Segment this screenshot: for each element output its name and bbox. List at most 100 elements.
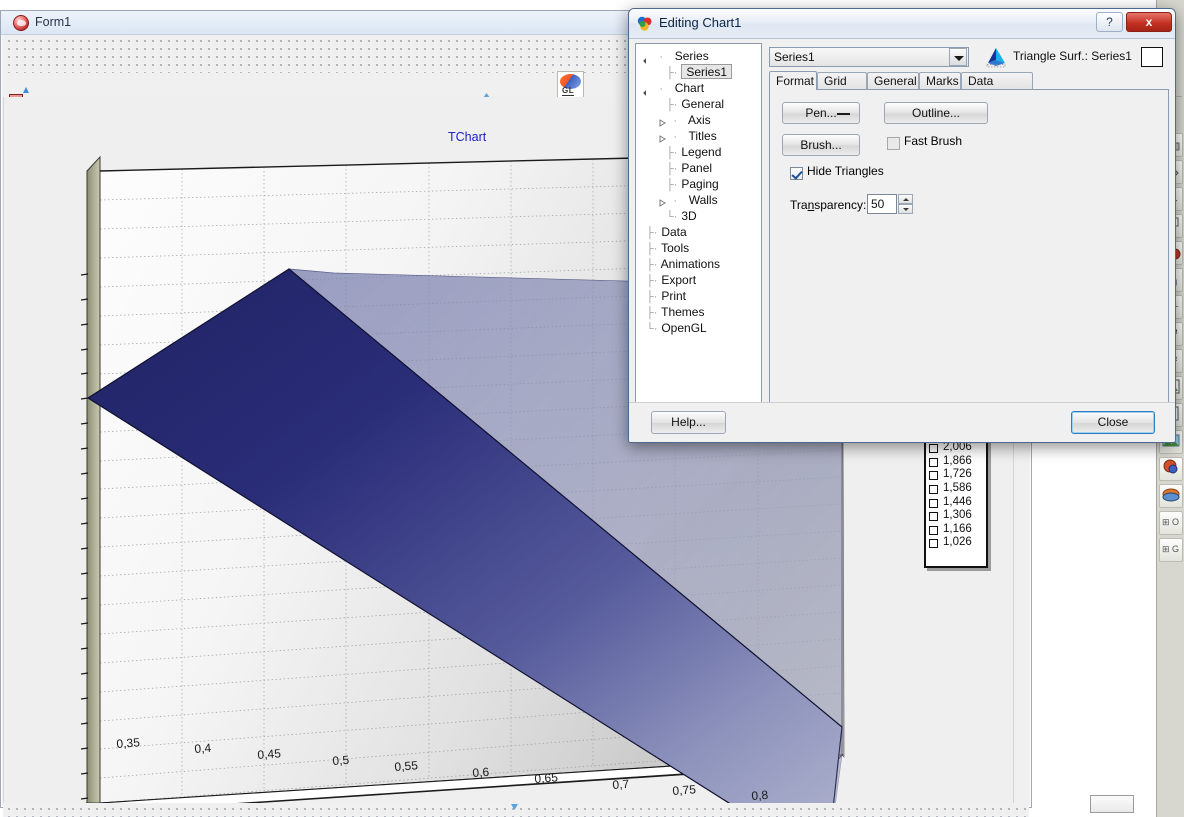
tree-item-general[interactable]: ├· General — [640, 96, 761, 112]
dialog-navigation-tree[interactable]: · Series ├· Series1 · Chart ├· General ·… — [635, 43, 762, 403]
fast-brush-checkbox[interactable] — [887, 137, 900, 150]
tab-marks[interactable]: Marks — [919, 72, 961, 90]
tree-connector: ├· — [666, 179, 678, 191]
tab-general[interactable]: General — [867, 72, 919, 90]
series-color-swatch[interactable] — [1141, 47, 1163, 67]
legend-color-box[interactable] — [929, 512, 938, 522]
tree-item-axis[interactable]: · Axis — [640, 112, 761, 128]
tree-item-export[interactable]: ├· Export — [640, 272, 761, 288]
hide-triangles-checkbox[interactable] — [790, 167, 803, 180]
expander-right-icon[interactable] — [658, 115, 667, 128]
tab-format[interactable]: Format — [769, 71, 817, 90]
legend-color-box[interactable] — [929, 498, 938, 508]
tree-item-walls[interactable]: · Walls — [640, 192, 761, 208]
legend-item[interactable]: 1,166 — [926, 523, 986, 538]
close-button[interactable]: Close — [1071, 411, 1155, 434]
dialog-help-icon-button[interactable]: ? — [1096, 12, 1123, 32]
tree-item-print[interactable]: ├· Print — [640, 288, 761, 304]
tree-item-themes[interactable]: ├· Themes — [640, 304, 761, 320]
tree-item-tools[interactable]: ├· Tools — [640, 240, 761, 256]
tree-connector: └· — [666, 211, 678, 223]
series-type-caption: Triangle Surf.: Series1 — [1013, 49, 1132, 63]
teeopengl-icon[interactable]: GL — [557, 71, 584, 98]
tree-item-label: Export — [661, 273, 697, 287]
stepper-down-icon[interactable] — [898, 204, 913, 214]
legend-item[interactable]: 1,306 — [926, 509, 986, 524]
tree-item-chart[interactable]: · Chart — [640, 80, 761, 97]
stepper-up-icon[interactable] — [898, 194, 913, 204]
tree-connector: · — [659, 51, 664, 63]
tree-item-data[interactable]: ├· Data — [640, 224, 761, 240]
transparency-stepper[interactable] — [898, 194, 913, 214]
tree-item-label: Paging — [681, 177, 719, 191]
tree-connector: · — [673, 115, 678, 127]
chevron-down-icon[interactable] — [949, 48, 967, 66]
series-select-combo[interactable]: Series1 — [769, 47, 969, 67]
dialog-content-pane[interactable]: Series1 Triangle Surf.: Series1 Format G… — [769, 43, 1169, 403]
tree-connector: ├· — [666, 99, 678, 111]
expander-right-icon[interactable] — [658, 195, 667, 208]
legend-item[interactable]: 2,006 — [926, 441, 986, 456]
legend-color-box[interactable] — [929, 444, 938, 454]
legend-item[interactable]: 1,866 — [926, 455, 986, 470]
x-tick-label: 0,5 — [332, 752, 350, 768]
tree-item-paging[interactable]: ├· Paging — [640, 176, 761, 192]
outline-button[interactable]: Outline... — [884, 102, 988, 124]
legend-item[interactable]: 1,026 — [926, 536, 986, 551]
tree-item-label: Chart — [674, 81, 705, 95]
x-tick-label: 0,75 — [672, 782, 697, 798]
bottom-combo-box[interactable] — [1090, 795, 1134, 813]
expand-node-o-icon[interactable]: ⊞ O — [1158, 511, 1183, 535]
dialog-footer: Help... Close — [629, 402, 1175, 442]
tab-data-source[interactable]: Data Source — [961, 72, 1033, 105]
tree-connector: · — [673, 195, 678, 207]
tree-item-3d[interactable]: └· 3D — [640, 208, 761, 224]
transparency-input[interactable]: 50 — [867, 194, 897, 214]
expand-node-g-icon[interactable]: ⊞ G — [1158, 538, 1183, 562]
x-tick-label: 0,4 — [194, 740, 212, 756]
tree-item-titles[interactable]: · Titles — [640, 128, 761, 144]
expander-down-icon[interactable] — [643, 51, 653, 65]
tree-item-panel[interactable]: ├· Panel — [640, 160, 761, 176]
tree-item-legend[interactable]: ├· Legend — [640, 144, 761, 160]
expander-right-icon[interactable] — [658, 131, 667, 144]
pen-preview-line — [837, 113, 850, 115]
legend-color-box[interactable] — [929, 525, 938, 535]
editing-chart-dialog[interactable]: Editing Chart1 ? x · Series ├· Series1 ·… — [628, 8, 1176, 443]
dialog-close-button[interactable]: x — [1126, 12, 1172, 32]
tree-item-opengl[interactable]: └· OpenGL — [640, 320, 761, 336]
expander-down-icon[interactable] — [643, 83, 653, 97]
help-button[interactable]: Help... — [651, 411, 726, 434]
tree-item-label: Series — [674, 49, 709, 63]
selection-handle — [23, 87, 29, 93]
tree-item-label: General — [681, 97, 725, 111]
openlayer-icon[interactable] — [1158, 484, 1183, 508]
legend-item[interactable]: 1,446 — [926, 496, 986, 511]
format-tab-panel: Pen... Outline... Brush... Fast Brush Hi… — [769, 89, 1169, 403]
tree-item-animations[interactable]: ├· Animations — [640, 256, 761, 272]
legend-color-box[interactable] — [929, 457, 938, 467]
dialog-titlebar[interactable]: Editing Chart1 ? x — [629, 9, 1175, 39]
pen-button[interactable]: Pen... — [782, 102, 860, 124]
legend-item[interactable]: 1,726 — [926, 468, 986, 483]
tree-item-label: Animations — [660, 257, 721, 271]
x-tick-label: 0,7 — [612, 776, 630, 792]
legend-item[interactable]: 1,586 — [926, 482, 986, 497]
tree-item-label: Print — [661, 289, 687, 303]
tree-item-series[interactable]: · Series — [640, 48, 761, 65]
tree-item-label: Axis — [688, 113, 711, 127]
legend-color-box[interactable] — [929, 484, 938, 494]
edit-color-icon[interactable] — [1158, 457, 1183, 481]
transparency-label-part-a: Tra — [790, 198, 808, 212]
tree-item-label: Panel — [681, 161, 713, 175]
legend-color-box[interactable] — [929, 471, 938, 481]
legend-color-box[interactable] — [929, 539, 938, 549]
dialog-title: Editing Chart1 — [659, 15, 742, 30]
tree-item-series1[interactable]: ├· Series1 — [640, 64, 761, 80]
tab-grid-3d[interactable]: Grid 3D — [817, 72, 867, 105]
x-tick-label: 0,35 — [116, 735, 141, 751]
x-tick-label: 0,45 — [257, 746, 282, 762]
brush-button[interactable]: Brush... — [782, 134, 860, 156]
dialog-tab-bar[interactable]: Format Grid 3D General Marks Data Source — [769, 71, 1169, 105]
pen-button-label: Pen... — [805, 106, 837, 120]
